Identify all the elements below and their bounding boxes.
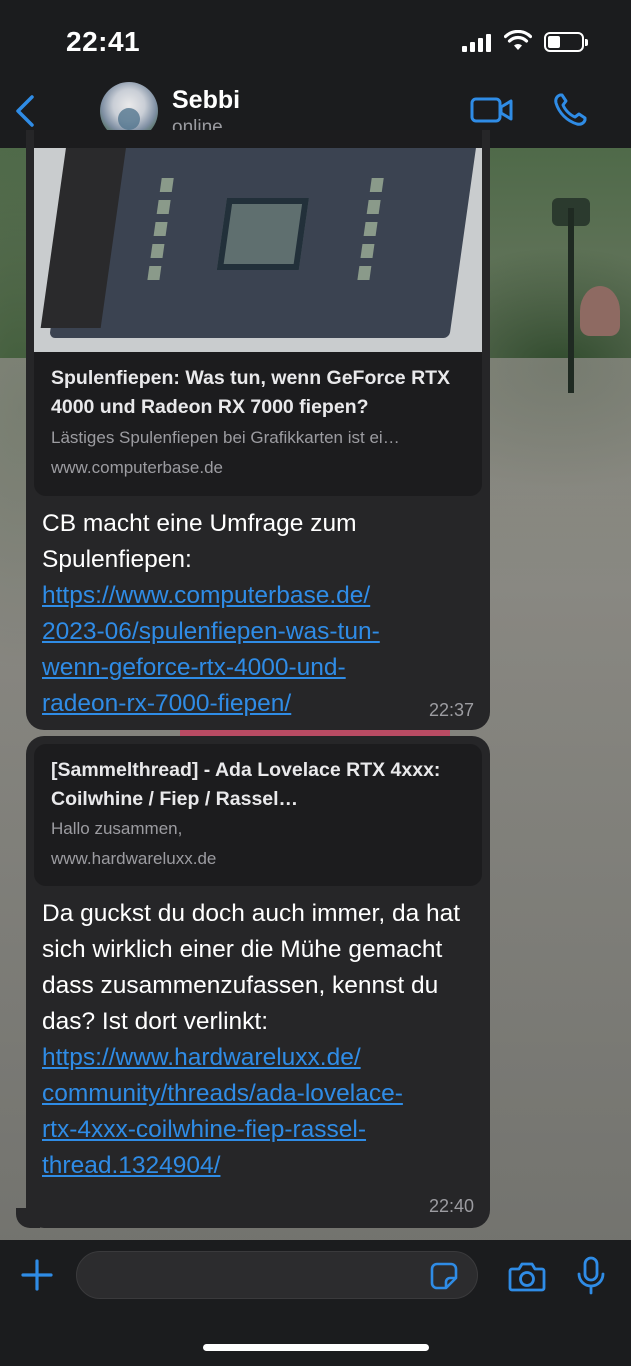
message-link-line[interactable]: rtx-4xxx-coilwhine-fiep-rassel-	[42, 1112, 482, 1148]
cellular-signal-icon	[462, 34, 494, 52]
phone-icon[interactable]	[552, 92, 588, 128]
link-preview-card[interactable]: Spulenfiepen: Was tun, wenn GeForce RTX …	[34, 130, 482, 496]
back-icon[interactable]	[12, 94, 38, 128]
message-text: Da guckst du doch auch immer, da hat sic…	[42, 896, 482, 1184]
message-link-line[interactable]: thread.1324904/	[42, 1148, 482, 1184]
message-link-line[interactable]: wenn-geforce-rtx-4000-und-	[42, 650, 482, 686]
message-timestamp: 22:37	[428, 700, 474, 720]
home-indicator[interactable]	[203, 1344, 429, 1351]
link-preview-image	[34, 148, 482, 352]
message-bubble[interactable]: [Sammelthread] - Ada Lovelace RTX 4xxx: …	[26, 736, 490, 1228]
link-preview-card[interactable]: [Sammelthread] - Ada Lovelace RTX 4xxx: …	[34, 744, 482, 886]
link-preview-title: Spulenfiepen: Was tun, wenn GeForce RTX …	[51, 367, 451, 418]
sticker-icon[interactable]	[429, 1261, 459, 1291]
message-text: CB macht eine Umfrage zum Spulenfiepen: …	[42, 506, 482, 722]
camera-icon[interactable]	[508, 1260, 546, 1292]
message-bubble[interactable]: Spulenfiepen: Was tun, wenn GeForce RTX …	[26, 130, 490, 730]
message-link-line[interactable]: https://www.computerbase.de/	[42, 578, 482, 614]
message-link-line[interactable]: radeon-rx-7000-fiepen/	[42, 686, 482, 722]
video-call-icon[interactable]	[470, 94, 514, 126]
message-link-line[interactable]: community/threads/ada-lovelace-	[42, 1076, 482, 1112]
link-preview-domain: www.computerbase.de	[51, 458, 223, 477]
link-preview-title: [Sammelthread] - Ada Lovelace RTX 4xxx: …	[51, 759, 441, 810]
message-input[interactable]	[76, 1251, 478, 1299]
microphone-icon[interactable]	[576, 1256, 606, 1296]
message-link-line[interactable]: 2023-06/spulenfiepen-was-tun-	[42, 614, 482, 650]
wifi-icon	[504, 30, 532, 50]
contact-name[interactable]: Sebbi	[172, 86, 240, 115]
status-bar: 22:41	[0, 0, 631, 76]
message-body: Da guckst du doch auch immer, da hat sic…	[42, 900, 461, 1035]
link-preview-description: Hallo zusammen,	[51, 819, 183, 838]
link-preview-domain: www.hardwareluxx.de	[51, 849, 217, 868]
message-link-line[interactable]: https://www.hardwareluxx.de/	[42, 1040, 482, 1076]
status-time: 22:41	[66, 26, 141, 57]
link-preview-description: Lästiges Spulenfiepen bei Grafikkarten i…	[51, 428, 400, 447]
battery-icon	[544, 32, 588, 52]
message-timestamp: 22:40	[428, 1196, 474, 1216]
plus-icon[interactable]	[20, 1258, 54, 1292]
message-body: CB macht eine Umfrage zum Spulenfiepen:	[42, 510, 357, 573]
